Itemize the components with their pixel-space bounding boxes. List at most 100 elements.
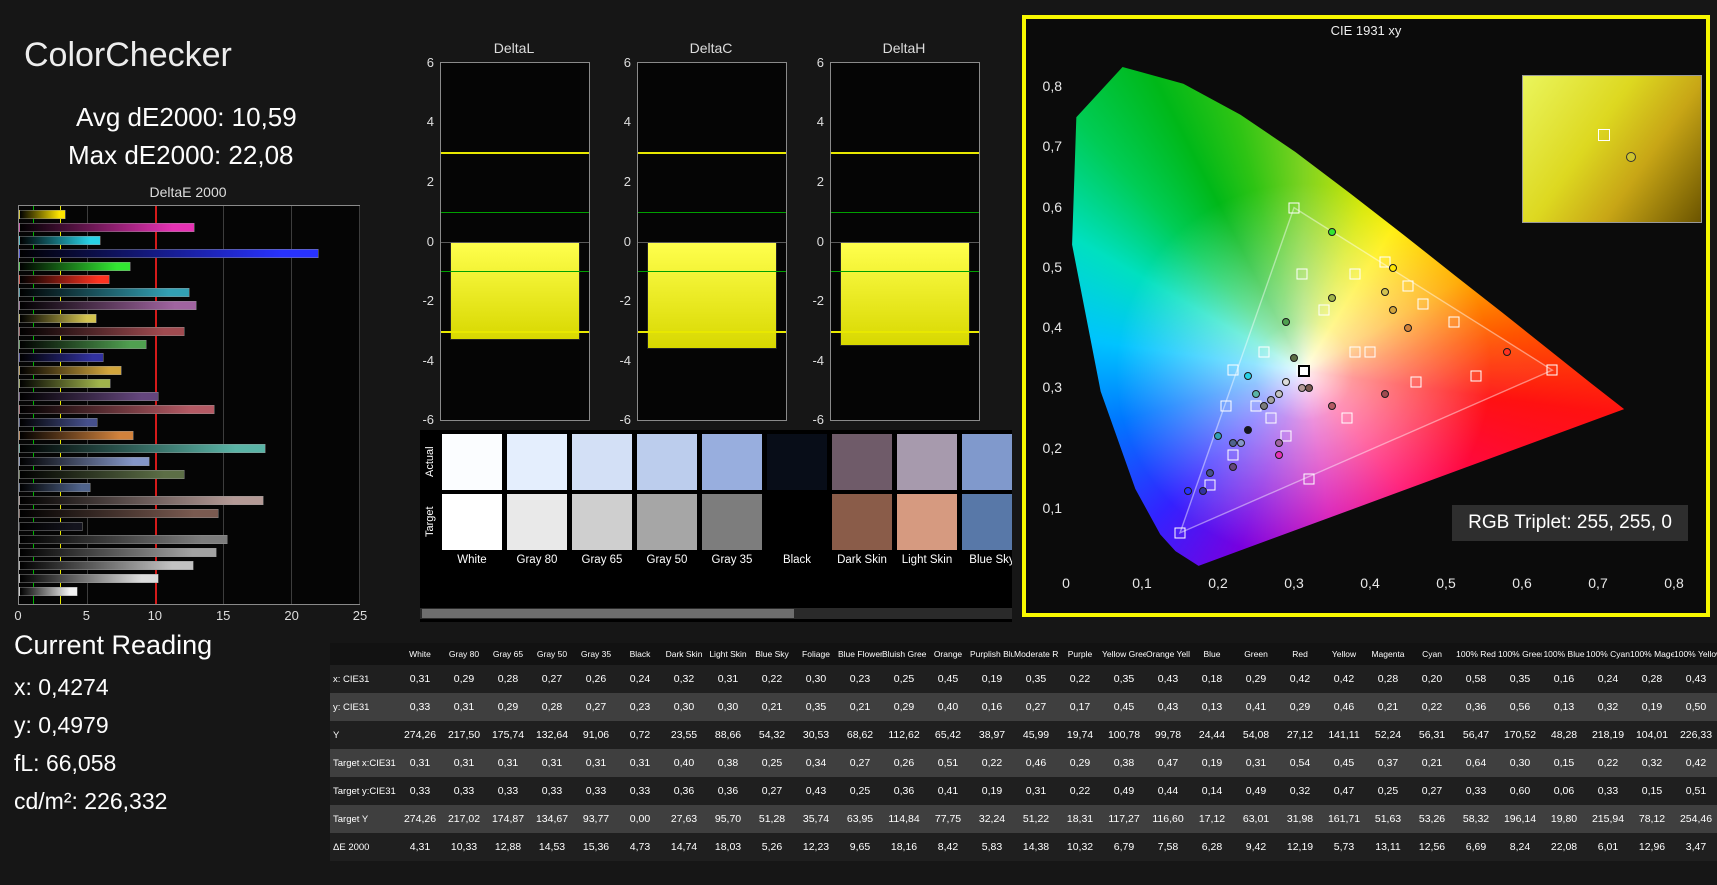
cie-target-cyan [1220, 400, 1232, 412]
table-cell: 0,25 [1377, 785, 1399, 797]
swatch-label: Gray 35 [711, 554, 753, 566]
deltae-bar-bluish-green [19, 444, 266, 453]
y-tick-label: 0 [623, 233, 631, 249]
deltah-panel: DeltaH 6 4 2 0 -2 -4 -6 [802, 40, 1002, 440]
swatch-actual-blue-sky [962, 434, 1012, 490]
deltal-y-axis: 6 4 2 0 -2 -4 -6 [412, 55, 436, 427]
table-cell: 0,41 [1245, 701, 1267, 713]
column-header-100-cyan: 100% Cyan [1586, 643, 1630, 665]
target-row-label: Target [424, 506, 436, 538]
table-cell: 0,31 [1245, 757, 1267, 769]
row-label: y: CIE31 [333, 701, 370, 713]
table-cell: 0,42 [1289, 673, 1311, 685]
table-cell: 22,08 [1550, 841, 1578, 853]
table-cell: 0,27 [1421, 785, 1443, 797]
swatch-label: Gray 50 [646, 554, 688, 566]
table-cell: 132,64 [535, 729, 569, 741]
swatch-actual-dark-skin [832, 434, 892, 490]
reference-line [441, 211, 589, 213]
white-point-marker [1297, 364, 1310, 377]
table-cell: 0,33 [541, 785, 563, 797]
table-cell: 12,19 [1286, 841, 1314, 853]
cie-zoom-inset [1522, 75, 1702, 223]
table-cell: 0,20 [1421, 673, 1443, 685]
table-cell: 27,12 [1286, 729, 1314, 741]
table-cell: 0,47 [1157, 757, 1179, 769]
current-reading-title: Current Reading [14, 630, 213, 660]
table-cell: 0,31 [1025, 785, 1047, 797]
deltae-bar-blue-flower [19, 457, 151, 466]
table-cell: 0,30 [805, 673, 827, 685]
swatch-target-blue-sky [962, 494, 1012, 550]
column-header-blue: Blue [1190, 643, 1234, 665]
y-tick-label: -4 [422, 352, 434, 368]
table-cell: 0,19 [981, 673, 1003, 685]
table-cell: 104,01 [1635, 729, 1669, 741]
table-cell: 0,43 [805, 785, 827, 797]
current-y-value: y: 0,4979 [14, 712, 109, 738]
table-cell: 0,47 [1333, 785, 1355, 797]
table-cell: 0,49 [1113, 785, 1135, 797]
y-tick-label: -6 [619, 412, 631, 427]
table-cell: 6,28 [1201, 841, 1223, 853]
table-cell: 30,53 [802, 729, 830, 741]
x-tick-label: 20 [284, 608, 299, 623]
gridline [359, 206, 360, 604]
table-cell: 18,16 [890, 841, 918, 853]
column-header-gray-35: Gray 35 [574, 643, 618, 665]
deltae-bar-100-cyan [19, 236, 101, 245]
cie-measured-purple [1229, 462, 1238, 471]
cie-measured-100-magenta [1274, 450, 1283, 459]
table-cell: 0,27 [1025, 701, 1047, 713]
y-tick-label: 6 [426, 55, 434, 70]
swatch-target-dark-skin [832, 494, 892, 550]
deltae-bar-orange [19, 431, 134, 440]
column-header-orange-yellow: Orange Yellow [1146, 643, 1190, 665]
deltae-bar-yellow-green [19, 379, 112, 388]
cie-target-moderate-red [1410, 376, 1422, 388]
cie-measured-100-cyan [1244, 372, 1253, 381]
table-cell: 77,75 [934, 813, 962, 825]
table-cell: 134,67 [535, 813, 569, 825]
table-cell: 0,29 [893, 701, 915, 713]
cie-measured-cyan [1214, 432, 1222, 441]
cie-target-light-skin [1349, 346, 1361, 358]
cie-x-tick: 0,3 [1284, 575, 1304, 591]
deltac-y-axis: 6 4 2 0 -2 -4 -6 [609, 55, 633, 427]
table-cell: 12,56 [1418, 841, 1446, 853]
reference-line [831, 271, 979, 273]
table-cell: 254,46 [1679, 813, 1713, 825]
max-de2000-reading: Max dE2000: 22,08 [68, 140, 294, 170]
swatch-scrollbar-thumb[interactable] [422, 609, 794, 618]
table-cell: 93,77 [582, 813, 610, 825]
table-cell: 274,26 [403, 729, 437, 741]
table-cell: 63,01 [1242, 813, 1270, 825]
reference-line [441, 271, 589, 273]
swatch-target-light-skin [897, 494, 957, 550]
swatch-label: Dark Skin [837, 554, 887, 566]
table-cell: 19,80 [1550, 813, 1578, 825]
swatch-scrollbar-track[interactable] [420, 608, 1012, 619]
colorchecker-app: ColorChecker Avg dE2000: 10,59 Max dE200… [0, 0, 1717, 885]
table-cell: 6,01 [1597, 841, 1619, 853]
table-cell: 48,28 [1550, 729, 1578, 741]
column-header-100-blue: 100% Blue [1542, 643, 1586, 665]
cie-target-red [1470, 370, 1482, 382]
table-cell: 0,18 [1201, 673, 1223, 685]
reference-line [831, 241, 979, 243]
y-tick-label: 4 [816, 114, 824, 130]
cie-measured-purplish-blue [1206, 468, 1215, 477]
deltae-bar-purplish-blue [19, 418, 99, 427]
swatch-actual-gray-50 [637, 434, 697, 490]
table-cell: 0,33 [585, 785, 607, 797]
table-row-y-cie31: y: CIE31 0,33 0,31 0,29 0,28 0,27 0,23 0,30 0,30… [330, 693, 1717, 721]
y-tick-label: -6 [422, 412, 434, 427]
table-cell: 0,24 [1597, 673, 1619, 685]
table-cell: 0,32 [1641, 757, 1663, 769]
table-cell: 0,29 [453, 673, 475, 685]
table-cell: 0,00 [629, 813, 651, 825]
cie-measured-100-yellow [1388, 263, 1397, 272]
inset-measured-marker [1626, 151, 1637, 162]
table-cell: 0,31 [497, 757, 519, 769]
cie-target-yellow-green [1349, 268, 1361, 280]
